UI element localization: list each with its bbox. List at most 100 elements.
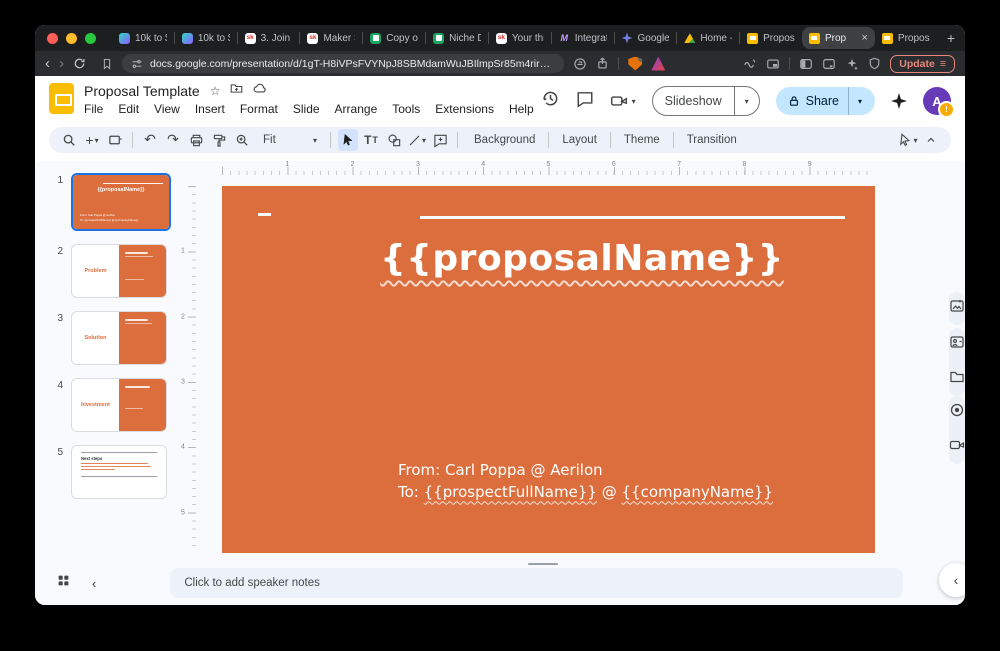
share-button[interactable]: Share ▾: [776, 87, 875, 115]
menu-item-extensions[interactable]: Extensions: [435, 102, 494, 116]
scribble-icon[interactable]: [743, 57, 757, 71]
redo-icon[interactable]: ↷: [163, 129, 183, 151]
account-avatar[interactable]: A !: [923, 87, 951, 115]
minimize-window-button[interactable]: [66, 33, 77, 44]
version-history-icon[interactable]: [541, 89, 560, 113]
offline-status-icon[interactable]: [573, 57, 587, 71]
theme-button[interactable]: Theme: [615, 134, 669, 146]
browser-tab[interactable]: Copy of ×: [363, 27, 425, 49]
browser-tab[interactable]: sk Maker Sc ×: [300, 27, 362, 49]
slide-title-text[interactable]: {{proposalName}}: [372, 238, 792, 279]
browser-tab[interactable]: sk Your thin ×: [489, 27, 551, 49]
bookmark-icon[interactable]: [101, 58, 113, 70]
open-side-panel-button[interactable]: ‹: [939, 563, 965, 597]
slide-thumbnail-4[interactable]: Investment: [71, 378, 167, 432]
browser-tab[interactable]: Google C ×: [615, 27, 677, 49]
transition-button[interactable]: Transition: [678, 134, 746, 146]
reload-button[interactable]: [73, 57, 86, 70]
close-window-button[interactable]: [47, 33, 58, 44]
browser-tab[interactable]: M Integratio ×: [552, 27, 614, 49]
pen-tool-icon[interactable]: ▾: [898, 129, 918, 151]
move-folder-icon[interactable]: [230, 82, 243, 100]
search-menus-icon[interactable]: [59, 129, 79, 151]
menu-item-file[interactable]: File: [84, 102, 103, 116]
slide-body-text[interactable]: From: Carl Poppa @ Aerilon To: {{prospec…: [398, 460, 773, 503]
browser-tab[interactable]: 10k to $1 ×: [175, 27, 237, 49]
menu-item-tools[interactable]: Tools: [392, 102, 420, 116]
browser-tab[interactable]: Niche Di ×: [426, 27, 488, 49]
new-slide-button[interactable]: +▾: [82, 129, 102, 151]
line-tool-icon[interactable]: ▾: [407, 129, 427, 151]
site-settings-icon[interactable]: [131, 58, 143, 70]
side-panel-icon[interactable]: [799, 57, 813, 71]
menu-item-slide[interactable]: Slide: [293, 102, 320, 116]
forward-button[interactable]: ›: [59, 56, 64, 71]
menu-item-arrange[interactable]: Arrange: [335, 102, 378, 116]
share-page-icon[interactable]: [596, 57, 609, 70]
document-title[interactable]: Proposal Template: [84, 83, 200, 99]
print-icon[interactable]: [186, 129, 206, 151]
menu-item-view[interactable]: View: [154, 102, 180, 116]
slideshow-dropdown[interactable]: ▾: [734, 87, 759, 115]
tab-close-icon[interactable]: ×: [861, 32, 867, 44]
extension-shield-icon[interactable]: [628, 57, 642, 71]
browser-tab[interactable]: 10k to $1 ×: [112, 27, 174, 49]
undo-icon[interactable]: ↶: [140, 129, 160, 151]
address-bar[interactable]: docs.google.com/presentation/d/1gT-H8iVP…: [122, 54, 564, 73]
layout-button[interactable]: Layout: [553, 134, 606, 146]
picture-in-picture-icon[interactable]: [766, 57, 780, 71]
text-box-icon[interactable]: TT: [361, 129, 381, 151]
gemini-sparkle-icon[interactable]: [891, 93, 907, 109]
video-camera-icon[interactable]: [949, 437, 965, 458]
cloud-status-icon[interactable]: [253, 81, 267, 100]
focus-record-icon[interactable]: [949, 402, 965, 423]
folder-icon[interactable]: [949, 369, 965, 390]
star-icon[interactable]: ☆: [210, 84, 221, 98]
zoom-window-button[interactable]: [85, 33, 96, 44]
slide-thumbnail-2[interactable]: Problem: [71, 244, 167, 298]
menu-item-format[interactable]: Format: [240, 102, 278, 116]
browser-tab[interactable]: Home - G ×: [677, 27, 739, 49]
slide-accent-dash: [258, 213, 271, 216]
collapse-filmstrip-icon[interactable]: ‹: [92, 576, 96, 591]
background-button[interactable]: Background: [465, 134, 544, 146]
meet-camera-icon[interactable]: ▾: [610, 92, 636, 110]
chevron-down-icon[interactable]: ▾: [632, 97, 636, 106]
zoom-icon[interactable]: [232, 129, 252, 151]
zoom-select[interactable]: Fit▾: [255, 129, 323, 151]
reading-list-icon[interactable]: [822, 57, 836, 71]
collapse-toolbar-icon[interactable]: [921, 129, 941, 151]
menu-item-edit[interactable]: Edit: [118, 102, 139, 116]
browser-tab[interactable]: Prop ×: [802, 27, 875, 49]
slides-logo[interactable]: [49, 83, 74, 114]
privacy-shield-icon[interactable]: [868, 57, 881, 70]
browser-tab[interactable]: Proposal ×: [875, 27, 937, 49]
share-dropdown[interactable]: ▾: [848, 87, 871, 115]
slide-thumbnail-5[interactable]: Next steps: [71, 445, 167, 499]
comment-history-icon[interactable]: [576, 90, 594, 113]
slide-thumbnail-3[interactable]: Solution: [71, 311, 167, 365]
browser-tab[interactable]: sk 3. Join 3 ×: [238, 27, 300, 49]
templates-icon[interactable]: [105, 129, 125, 151]
insert-comment-icon[interactable]: [430, 129, 450, 151]
extension-a-icon[interactable]: 3: [651, 57, 665, 71]
menu-item-help[interactable]: Help: [509, 102, 534, 116]
browser-tab[interactable]: Proposal ×: [740, 27, 802, 49]
slide-thumbnail-1[interactable]: {{proposalName}} From: Carl Poppa @ Aeri…: [71, 173, 171, 231]
grid-view-icon[interactable]: [57, 574, 70, 592]
url-text[interactable]: docs.google.com/presentation/d/1gT-H8iVP…: [150, 58, 555, 70]
slideshow-button[interactable]: Slideshow ▾: [652, 86, 760, 116]
image-sparkle-icon[interactable]: [949, 298, 965, 319]
menu-item-insert[interactable]: Insert: [195, 102, 225, 116]
sparkle-cursor-icon[interactable]: [845, 57, 859, 71]
lock-icon: [788, 95, 800, 107]
select-tool-icon[interactable]: [338, 129, 358, 151]
back-button[interactable]: ‹: [45, 56, 50, 71]
speaker-notes-input[interactable]: Click to add speaker notes: [170, 568, 903, 598]
new-tab-button[interactable]: +: [937, 30, 965, 46]
paint-format-icon[interactable]: [209, 129, 229, 151]
photo-library-icon[interactable]: [949, 334, 965, 355]
chrome-update-button[interactable]: Update ≡: [890, 55, 955, 73]
slide-canvas[interactable]: {{proposalName}} From: Carl Poppa @ Aeri…: [222, 186, 875, 553]
shape-icon[interactable]: [384, 129, 404, 151]
